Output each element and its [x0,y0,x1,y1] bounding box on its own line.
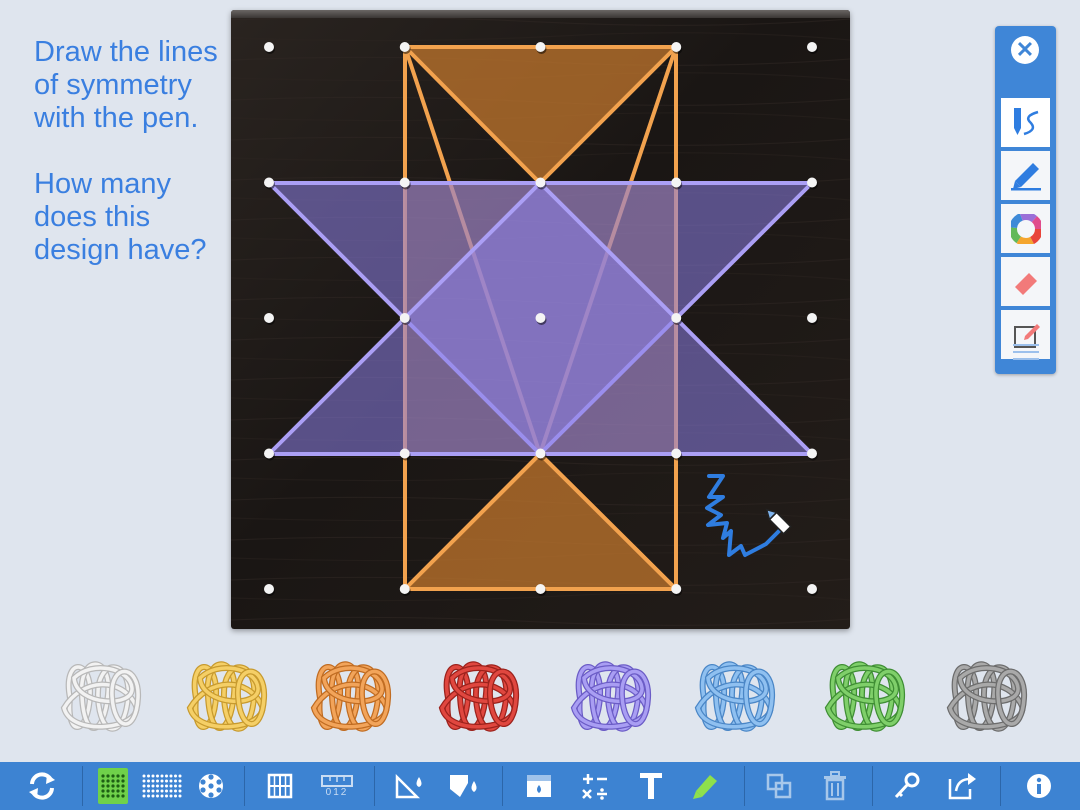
band-pile-blue[interactable] [686,648,782,748]
band-pile-red[interactable] [430,648,526,748]
peg[interactable] [399,42,410,52]
band-pile-green[interactable] [816,648,912,748]
number-label-text: 012 [325,786,349,798]
peg[interactable] [671,584,682,594]
peg[interactable] [671,177,682,188]
reset-button[interactable] [22,768,62,804]
peg[interactable] [671,42,682,52]
marker-icon [693,775,717,799]
key-button[interactable] [890,768,924,804]
pen-tool-button[interactable] [1001,98,1050,147]
board-color-button[interactable] [522,768,556,804]
peg[interactable] [399,448,410,459]
key-icon [894,772,920,799]
color-wheel-button[interactable] [1001,204,1050,253]
duplicate-button[interactable] [762,768,796,804]
grid-lines-icon [267,773,293,799]
peg[interactable] [807,448,817,459]
peg[interactable] [807,313,817,323]
share-icon [948,773,976,800]
grid-large-icon [142,774,182,798]
number-labels-button[interactable]: 012 [314,768,360,804]
large-grid-button[interactable] [140,768,184,804]
peg[interactable] [807,42,817,52]
text-tool-button[interactable] [634,768,668,804]
peg[interactable] [671,448,682,459]
info-icon [1027,774,1051,798]
peg[interactable] [535,313,546,323]
peg[interactable] [264,584,274,594]
duplicate-icon [766,773,792,799]
ruler-icon [321,774,353,787]
band-pile-white[interactable] [52,648,148,748]
delete-button[interactable] [818,768,852,804]
highlighter-icon [1010,162,1041,190]
tool-palette: ✕ [995,26,1056,374]
shape-fill-button[interactable] [444,768,484,804]
band-pile-orange[interactable] [302,648,398,748]
eraser-icon [1014,272,1037,295]
text-t-icon [640,773,662,799]
bottom-toolbar: 012 [0,762,1080,810]
instructions-panel: Draw the lines of symmetry with the pen.… [34,36,224,300]
triangle-fill-icon [395,773,422,799]
band-pile-gray[interactable] [938,648,1034,748]
board-color-icon [527,775,551,797]
circle-board-button[interactable] [196,768,226,804]
band-pile-yellow[interactable] [178,648,274,748]
grid-lines-button[interactable] [264,768,296,804]
small-grid-button[interactable] [98,768,128,804]
refresh-icon [29,772,55,800]
peg[interactable] [535,177,546,188]
math-ops-icon [582,774,607,800]
peg[interactable] [264,42,274,52]
info-button[interactable] [1022,768,1056,804]
peg[interactable] [399,584,410,594]
geoboard[interactable] [231,10,850,629]
geoboard-canvas[interactable] [231,10,850,629]
close-palette-icon[interactable]: ✕ [1011,36,1039,64]
peg[interactable] [264,177,274,188]
trash-icon [824,771,846,801]
instruction-line-1: Draw the lines of symmetry with the pen. [34,36,218,134]
peg[interactable] [399,177,410,188]
eraser-tool-button[interactable] [1001,257,1050,306]
peg[interactable] [535,42,546,52]
share-button[interactable] [944,768,980,804]
palette-drag-handle[interactable] [1013,344,1039,362]
highlighter-button[interactable] [688,768,722,804]
instruction-line-2: How many does this design have? [34,168,207,266]
peg[interactable] [671,313,682,323]
grid-5x5-icon [101,774,125,798]
peg[interactable] [535,448,546,459]
color-wheel-icon [1010,213,1041,244]
pen-icon [1013,107,1038,135]
highlighter-tool-button[interactable] [1001,151,1050,200]
peg[interactable] [264,313,274,323]
math-operations-button[interactable] [578,768,612,804]
angle-fill-button[interactable] [392,768,428,804]
peg[interactable] [807,584,817,594]
peg[interactable] [535,584,546,594]
peg[interactable] [264,448,274,459]
band-pile-purple[interactable] [562,648,658,748]
peg[interactable] [807,177,817,188]
peg[interactable] [399,313,410,323]
shape-fill-icon [450,775,477,797]
circle-board-icon [199,774,223,798]
